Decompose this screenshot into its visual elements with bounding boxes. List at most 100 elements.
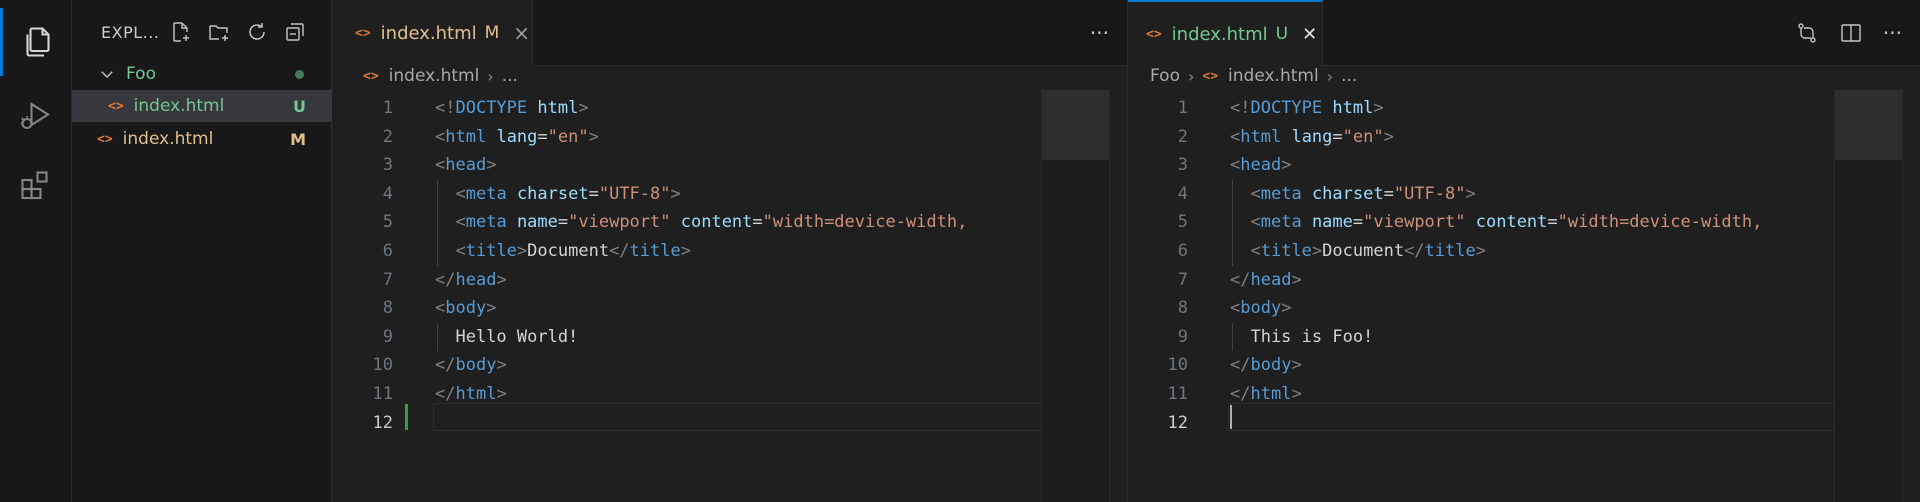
html-file-icon: <> (97, 131, 113, 147)
line-number: 2 (1177, 126, 1188, 147)
line-number: 7 (1177, 269, 1188, 290)
code-token: html (537, 98, 579, 118)
code-token: title (465, 240, 517, 261)
minimap[interactable] (1041, 90, 1110, 502)
code-token: > (670, 183, 681, 204)
code-token: > (486, 155, 497, 176)
refresh-icon[interactable] (243, 18, 271, 46)
extensions-icon[interactable] (0, 152, 72, 220)
code-token: charset (1311, 183, 1384, 204)
code-token: "UTF-8" (598, 183, 671, 204)
tree-file-index[interactable]: <> index.html M (72, 123, 332, 155)
code-token: meta (1260, 212, 1302, 233)
line-number: 6 (382, 240, 393, 261)
code-text: <!DOCTYPE html> (1230, 94, 1384, 123)
code-text: <head> (435, 151, 496, 180)
close-icon[interactable]: × (513, 21, 530, 45)
line-number: 9 (1177, 326, 1188, 347)
code-editor[interactable]: 1 <!DOCTYPE html> 2 <html lang="en"> 3 <head>… (1128, 94, 1834, 437)
close-icon[interactable]: ✕ (1302, 24, 1317, 45)
line-number: 10 (1167, 355, 1188, 376)
html-file-icon: <> (108, 98, 124, 114)
tree-file-foo-index[interactable]: <> index.html U (72, 90, 332, 122)
code-text: <title>Document</title> (1230, 237, 1486, 266)
code-token: > (1291, 269, 1302, 290)
line-number: 5 (1177, 212, 1188, 233)
code-token: < (455, 183, 466, 204)
code-line: 10 </body> (333, 351, 1043, 380)
code-token: = (1383, 183, 1394, 204)
collapse-all-icon[interactable] (281, 18, 309, 46)
code-token: > (1281, 155, 1292, 176)
more-actions-icon[interactable]: ··· (1883, 21, 1902, 45)
code-token: lang (1291, 126, 1333, 147)
code-token: < (1250, 240, 1261, 261)
tab-index-html[interactable]: <> index.html M × (333, 0, 533, 66)
code-line: 4 <meta charset="UTF-8"> (1128, 179, 1834, 209)
breadcrumb-item[interactable]: index.html (389, 66, 480, 86)
code-token: </ (435, 355, 456, 376)
breadcrumb: <> index.html › ... (363, 62, 518, 90)
breadcrumb-item[interactable]: Foo (1150, 66, 1180, 86)
code-token: > (578, 98, 589, 118)
code-token: </ (1230, 355, 1251, 376)
minimap-slider[interactable] (1042, 90, 1110, 160)
code-token: head (1240, 155, 1282, 176)
code-line: 7 </head> (1128, 266, 1834, 295)
code-token: Document (527, 240, 610, 261)
line-number: 10 (372, 355, 393, 376)
code-token: head (455, 269, 497, 290)
code-line: 1 <!DOCTYPE html> (1128, 94, 1834, 123)
code-line: 12 (333, 409, 1043, 438)
code-token: > (496, 269, 507, 290)
line-number: 6 (1177, 240, 1188, 261)
new-folder-icon[interactable] (205, 18, 233, 46)
minimap-slider[interactable] (1835, 90, 1903, 160)
code-line: 2 <html lang="en"> (333, 123, 1043, 152)
new-file-icon[interactable] (167, 18, 195, 46)
more-actions-icon[interactable]: ··· (1090, 21, 1109, 45)
line-number: 4 (382, 183, 393, 204)
split-editor-icon[interactable] (1839, 21, 1863, 45)
code-line: 11 </html> (1128, 380, 1834, 409)
code-token: html (445, 126, 487, 147)
chevron-right-icon: › (1326, 66, 1334, 86)
code-editor[interactable]: 1 <!DOCTYPE html> 2 <html lang="en"> 3 <head>… (333, 94, 1043, 437)
line-number: 1 (1177, 98, 1188, 118)
code-token: "viewport" (1363, 212, 1466, 233)
code-line: 8 <body> (333, 294, 1043, 323)
run-debug-icon[interactable] (0, 82, 72, 150)
code-line: 6 <title>Document</title> (1128, 236, 1834, 266)
code-token: body (1240, 298, 1282, 319)
code-token: = (537, 126, 548, 147)
tree-folder-foo[interactable]: Foo (72, 58, 332, 90)
code-token: < (1230, 298, 1241, 319)
code-text: <body> (1230, 294, 1291, 323)
code-token: > (486, 298, 497, 319)
code-token: html (1240, 126, 1282, 147)
vertical-scrollbar[interactable] (1109, 90, 1127, 502)
code-line: 9 This is Foo! (1128, 322, 1834, 352)
line-number: 4 (1177, 183, 1188, 204)
breadcrumb-item[interactable]: ... (1341, 66, 1357, 86)
breadcrumb-item[interactable]: ... (502, 66, 518, 86)
code-token: = (557, 212, 569, 233)
tab-foo-index-html[interactable]: <> index.html U ✕ (1128, 0, 1323, 66)
html-file-icon: <> (355, 25, 371, 41)
code-line: 5 <meta name="viewport" content="width=d… (333, 208, 1043, 237)
code-token: body (455, 355, 497, 376)
breadcrumb-item[interactable]: index.html (1228, 66, 1319, 86)
code-token: content (1475, 212, 1548, 233)
open-changes-icon[interactable] (1795, 21, 1819, 45)
code-text: </head> (435, 266, 507, 295)
code-line: 11 </html> (333, 380, 1043, 409)
vertical-scrollbar[interactable] (1902, 90, 1920, 502)
explorer-icon[interactable] (0, 8, 72, 76)
minimap[interactable] (1834, 90, 1903, 502)
code-token: > (1291, 355, 1302, 376)
code-token: < (1250, 183, 1261, 204)
code-token: content (680, 212, 753, 233)
